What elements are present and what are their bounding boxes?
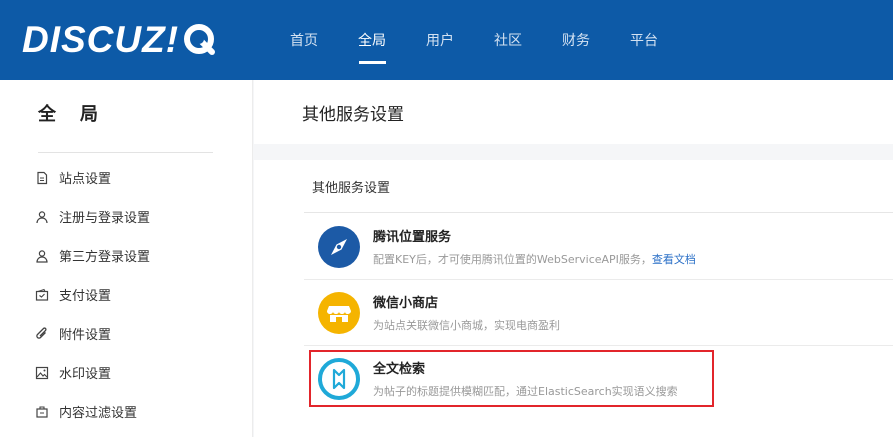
sidebar-list: 站点设置 注册与登录设置 第三方登录设置 支付设置 附件设置 水印设置 内容过滤…: [34, 158, 234, 431]
service-fulltext-search[interactable]: 全文检索 为帖子的标题提供模糊匹配，通过ElasticSearch实现语义搜索: [304, 346, 893, 412]
sidebar-item-label: 水印设置: [59, 367, 112, 382]
main-content: 其他服务设置 其他服务设置 腾讯位置服务 配置KEY后，才可使用腾讯位置的Web…: [254, 80, 893, 437]
nav-community[interactable]: 社区: [474, 0, 542, 80]
shop-icon: [318, 292, 360, 334]
section-divider: [304, 212, 893, 213]
service-tencent-location[interactable]: 腾讯位置服务 配置KEY后，才可使用腾讯位置的WebServiceAPI服务，查…: [304, 214, 893, 280]
nav-label: 用户: [426, 33, 454, 49]
wallet-icon: [34, 287, 50, 303]
top-bar: DISCUZ! 首页 全局 用户 社区 财务 平台: [0, 0, 893, 80]
view-docs-link[interactable]: 查看文档: [652, 253, 696, 266]
page-header: 其他服务设置: [254, 80, 893, 144]
sidebar: 全局 站点设置 注册与登录设置 第三方登录设置 支付设置 附件设置 水印设置 内…: [0, 80, 253, 437]
page-title: 其他服务设置: [302, 105, 404, 125]
sidebar-item-label: 注册与登录设置: [59, 211, 151, 226]
logo-q-icon: [183, 23, 217, 57]
service-name: 微信小商店: [373, 296, 439, 311]
service-desc: 为站点关联微信小商城，实现电商盈利: [373, 319, 560, 332]
logo-text: DISCUZ!: [22, 19, 180, 60]
document-icon: [34, 170, 50, 186]
sidebar-item-third-party-login[interactable]: 第三方登录设置: [34, 236, 234, 275]
sidebar-item-label: 附件设置: [59, 328, 112, 343]
nav-finance[interactable]: 财务: [542, 0, 610, 80]
service-desc-text: 配置KEY后，才可使用腾讯位置的WebServiceAPI服务，: [373, 253, 652, 266]
filter-icon: [34, 404, 50, 420]
service-desc: 配置KEY后，才可使用腾讯位置的WebServiceAPI服务，查看文档: [373, 251, 696, 267]
sidebar-item-label: 站点设置: [59, 172, 112, 187]
search-bolt-icon: [318, 358, 360, 400]
sidebar-item-label: 内容过滤设置: [59, 406, 138, 421]
nav-global[interactable]: 全局: [338, 0, 406, 80]
nav-platform[interactable]: 平台: [610, 0, 678, 80]
sidebar-item-site-settings[interactable]: 站点设置: [34, 158, 234, 197]
sidebar-title: 全局: [38, 104, 122, 125]
top-nav: 首页 全局 用户 社区 财务 平台: [270, 0, 678, 80]
paperclip-icon: [34, 326, 50, 342]
service-desc: 为帖子的标题提供模糊匹配，通过ElasticSearch实现语义搜索: [373, 385, 678, 398]
sidebar-item-label: 支付设置: [59, 289, 112, 304]
service-wechat-shop[interactable]: 微信小商店 为站点关联微信小商城，实现电商盈利: [304, 280, 893, 346]
image-icon: [34, 365, 50, 381]
nav-users[interactable]: 用户: [406, 0, 474, 80]
nav-label: 首页: [290, 33, 318, 49]
logo[interactable]: DISCUZ!: [22, 18, 217, 62]
services-card: 其他服务设置 腾讯位置服务 配置KEY后，才可使用腾讯位置的WebService…: [254, 160, 893, 437]
sidebar-item-payment[interactable]: 支付设置: [34, 275, 234, 314]
nav-home[interactable]: 首页: [270, 0, 338, 80]
nav-label: 社区: [494, 33, 522, 49]
sidebar-item-watermark[interactable]: 水印设置: [34, 353, 234, 392]
compass-icon: [318, 226, 360, 268]
section-title: 其他服务设置: [312, 181, 391, 196]
nav-label: 平台: [630, 33, 658, 49]
sidebar-divider: [38, 152, 213, 153]
user-outline-icon: [34, 248, 50, 264]
service-name: 全文检索: [373, 362, 426, 377]
nav-label: 财务: [562, 33, 590, 49]
sidebar-item-label: 第三方登录设置: [59, 250, 151, 265]
service-name: 腾讯位置服务: [373, 230, 452, 245]
nav-label: 全局: [358, 33, 386, 49]
sidebar-item-content-filter[interactable]: 内容过滤设置: [34, 392, 234, 431]
sidebar-item-attachment[interactable]: 附件设置: [34, 314, 234, 353]
sidebar-item-register-login[interactable]: 注册与登录设置: [34, 197, 234, 236]
user-icon: [34, 209, 50, 225]
